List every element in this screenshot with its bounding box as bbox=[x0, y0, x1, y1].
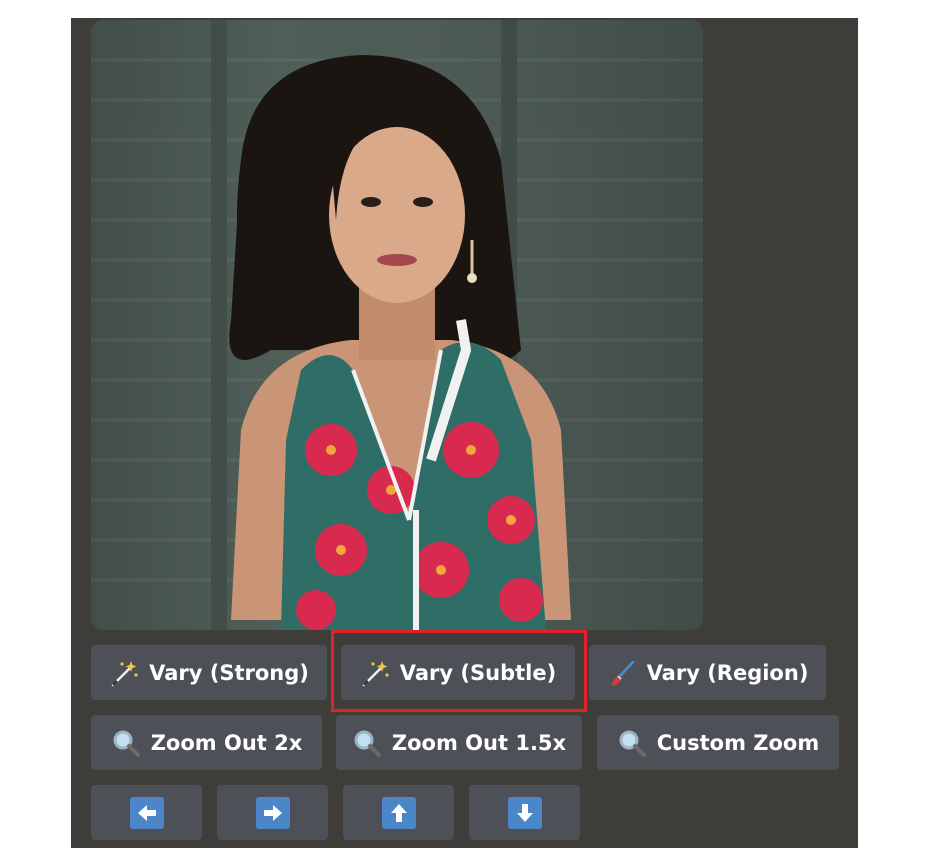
generated-image[interactable] bbox=[91, 20, 703, 630]
pan-right-button[interactable] bbox=[217, 785, 328, 840]
arrow-up-icon bbox=[381, 796, 416, 829]
vary-strong-button[interactable]: Vary (Strong) bbox=[91, 645, 327, 700]
zoom-out-2x-label: Zoom Out 2x bbox=[150, 730, 303, 755]
vary-strong-label: Vary (Strong) bbox=[149, 660, 309, 685]
vary-region-button[interactable]: Vary (Region) bbox=[589, 645, 826, 700]
zoom-out-2x-button[interactable]: Zoom Out 2x bbox=[91, 715, 322, 770]
arrow-left-icon bbox=[129, 796, 164, 829]
custom-zoom-button[interactable]: Custom Zoom bbox=[597, 715, 839, 770]
magnifier-icon bbox=[619, 730, 646, 757]
magnifier-icon bbox=[113, 730, 140, 757]
magic-wand-icon bbox=[111, 660, 138, 686]
paintbrush-icon bbox=[610, 660, 634, 686]
vary-subtle-label: Vary (Subtle) bbox=[399, 660, 557, 685]
portrait-image bbox=[91, 20, 703, 630]
vary-region-label: Vary (Region) bbox=[646, 660, 809, 685]
magic-wand-icon bbox=[362, 660, 389, 686]
arrow-down-icon bbox=[507, 796, 542, 829]
arrow-right-icon bbox=[255, 796, 290, 829]
magnifier-icon bbox=[354, 730, 381, 757]
pan-up-button[interactable] bbox=[343, 785, 454, 840]
custom-zoom-label: Custom Zoom bbox=[656, 730, 820, 755]
pan-left-button[interactable] bbox=[91, 785, 202, 840]
pan-down-button[interactable] bbox=[469, 785, 580, 840]
vary-subtle-button[interactable]: Vary (Subtle) bbox=[341, 645, 575, 700]
zoom-out-1-5x-button[interactable]: Zoom Out 1.5x bbox=[336, 715, 582, 770]
zoom-out-1-5x-label: Zoom Out 1.5x bbox=[391, 730, 567, 755]
